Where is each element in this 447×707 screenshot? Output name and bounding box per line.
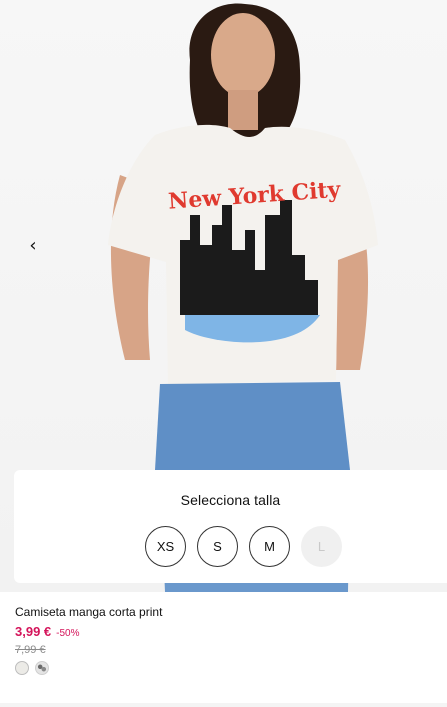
color-swatch-white[interactable] bbox=[15, 661, 29, 675]
color-swatches bbox=[15, 661, 435, 675]
price-row: 3,99 € -50% bbox=[15, 624, 435, 639]
chevron-left-icon: ‹ bbox=[29, 234, 37, 256]
product-info: Camiseta manga corta print 3,99 € -50% 7… bbox=[15, 604, 435, 675]
size-selector-title: Selecciona talla bbox=[180, 492, 281, 508]
discount-badge: -50% bbox=[56, 628, 80, 639]
original-price: 7,99 € bbox=[15, 644, 46, 656]
size-button-s[interactable]: S bbox=[197, 526, 238, 567]
size-options: XS S M L bbox=[145, 526, 342, 567]
color-swatch-print[interactable] bbox=[35, 661, 49, 675]
previous-image-button[interactable]: ‹ bbox=[22, 233, 44, 257]
bottom-divider bbox=[0, 703, 447, 707]
size-button-xs[interactable]: XS bbox=[145, 526, 186, 567]
size-button-l-unavailable: L bbox=[301, 526, 342, 567]
size-button-m[interactable]: M bbox=[249, 526, 290, 567]
size-selector-panel: Selecciona talla XS S M L bbox=[14, 470, 447, 583]
product-name[interactable]: Camiseta manga corta print bbox=[15, 604, 435, 620]
current-price: 3,99 € bbox=[15, 624, 52, 639]
